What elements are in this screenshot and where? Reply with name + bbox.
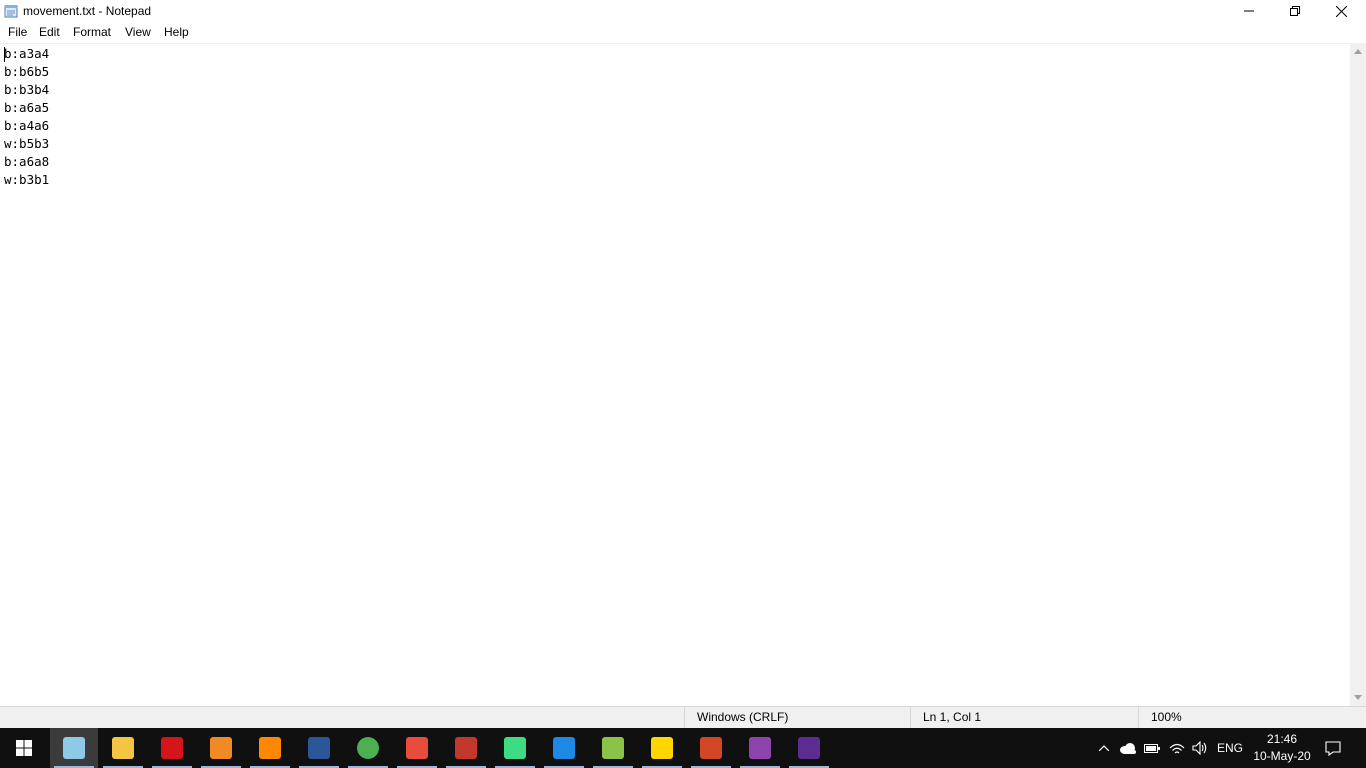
notepad-app[interactable]: [50, 728, 98, 768]
windows-logo-icon: [16, 740, 32, 756]
snipping-tool-app[interactable]: [393, 728, 441, 768]
speaker-icon: [1192, 741, 1207, 755]
text-line: b:b6b5: [4, 64, 50, 79]
menu-help[interactable]: Help: [164, 25, 189, 39]
clock-time: 21:46: [1266, 732, 1298, 746]
word-icon: [308, 737, 330, 759]
close-icon: [1335, 5, 1347, 17]
notification-icon: [1325, 740, 1341, 756]
text-line: w:b5b3: [4, 136, 50, 151]
chevron-up-icon: [1099, 745, 1109, 751]
notepad-icon: [4, 5, 18, 18]
text-line: w:b3b1: [4, 172, 50, 187]
text-line: b:b3b4: [4, 82, 50, 97]
restore-icon: [1290, 6, 1300, 16]
clock-date: 10-May-20: [1253, 749, 1311, 763]
chrome-app[interactable]: [344, 728, 392, 768]
text-line: b:a6a8: [4, 154, 50, 169]
status-cursor-position: Ln 1, Col 1: [910, 707, 1138, 728]
vscode-icon: [553, 737, 575, 759]
language-label: ENG: [1216, 741, 1243, 755]
sticky-notes-icon: [651, 737, 673, 759]
language-indicator[interactable]: ENG: [1213, 728, 1247, 768]
window-title: movement.txt - Notepad: [23, 4, 152, 18]
chevron-down-icon: [1354, 695, 1362, 700]
onedrive-tray[interactable]: [1116, 728, 1140, 768]
clock[interactable]: 21:46 10-May-20: [1248, 731, 1316, 765]
android-studio-app[interactable]: [491, 728, 539, 768]
status-zoom: 100%: [1138, 707, 1366, 728]
powerpoint-app[interactable]: [687, 728, 735, 768]
status-encoding: Windows (CRLF): [684, 707, 910, 728]
menu-file[interactable]: File: [8, 25, 27, 39]
acrobat-app[interactable]: [148, 728, 196, 768]
minimize-icon: [1244, 10, 1254, 12]
battery-tray[interactable]: [1141, 728, 1163, 768]
wifi-icon: [1169, 743, 1185, 753]
start-button[interactable]: [0, 728, 48, 768]
acrobat-icon: [161, 737, 183, 759]
terminal-icon: [798, 737, 820, 759]
scroll-up-button[interactable]: [1350, 43, 1366, 60]
volume-tray[interactable]: [1189, 728, 1211, 768]
close-button[interactable]: [1318, 0, 1364, 22]
minimize-button[interactable]: [1226, 0, 1272, 22]
pdf-editor-app[interactable]: [442, 728, 490, 768]
wifi-tray[interactable]: [1166, 728, 1188, 768]
sticky-notes-app[interactable]: [638, 728, 686, 768]
snipping-icon: [406, 737, 428, 759]
word-app[interactable]: [295, 728, 343, 768]
restore-button[interactable]: [1272, 0, 1318, 22]
terminal-app[interactable]: [785, 728, 833, 768]
action-center-button[interactable]: [1320, 728, 1346, 768]
text-line: b:a3a4: [4, 46, 50, 61]
cube-app[interactable]: [589, 728, 637, 768]
vlc-app[interactable]: [246, 728, 294, 768]
vertical-scrollbar[interactable]: [1350, 43, 1366, 706]
show-hidden-icons-button[interactable]: [1094, 728, 1114, 768]
chrome-icon: [357, 737, 379, 759]
menu-edit[interactable]: Edit: [39, 25, 60, 39]
menu-view[interactable]: View: [125, 25, 151, 39]
folder-icon: [112, 737, 134, 759]
title-bar[interactable]: movement.txt - Notepad: [0, 0, 1366, 22]
menu-format[interactable]: Format: [73, 25, 111, 39]
pdf-editor-icon: [455, 737, 477, 759]
taskbar: ENG 21:46 10-May-20: [0, 728, 1366, 768]
sublime-text-app[interactable]: [197, 728, 245, 768]
powerpoint-icon: [700, 737, 722, 759]
status-bar: Windows (CRLF) Ln 1, Col 1 100%: [0, 706, 1366, 728]
vscode-app[interactable]: [540, 728, 588, 768]
text-editor[interactable]: b:a3a4 b:b6b5 b:b3b4 b:a6a5 b:a4a6 w:b5b…: [0, 43, 1350, 706]
notepad-icon: [63, 737, 85, 759]
battery-icon: [1144, 743, 1160, 753]
android-studio-icon: [504, 737, 526, 759]
menu-bar: File Edit Format View Help: [0, 22, 1366, 42]
chevron-up-icon: [1354, 49, 1362, 54]
cloud-icon: [1120, 742, 1136, 754]
file-explorer-app[interactable]: [99, 728, 147, 768]
sublime-icon: [210, 737, 232, 759]
scroll-down-button[interactable]: [1350, 689, 1366, 706]
cube-icon: [602, 737, 624, 759]
text-line: b:a6a5: [4, 100, 50, 115]
vlc-cone-icon: [259, 737, 281, 759]
text-line: b:a4a6: [4, 118, 50, 133]
visual-studio-icon: [749, 737, 771, 759]
visual-studio-app[interactable]: [736, 728, 784, 768]
